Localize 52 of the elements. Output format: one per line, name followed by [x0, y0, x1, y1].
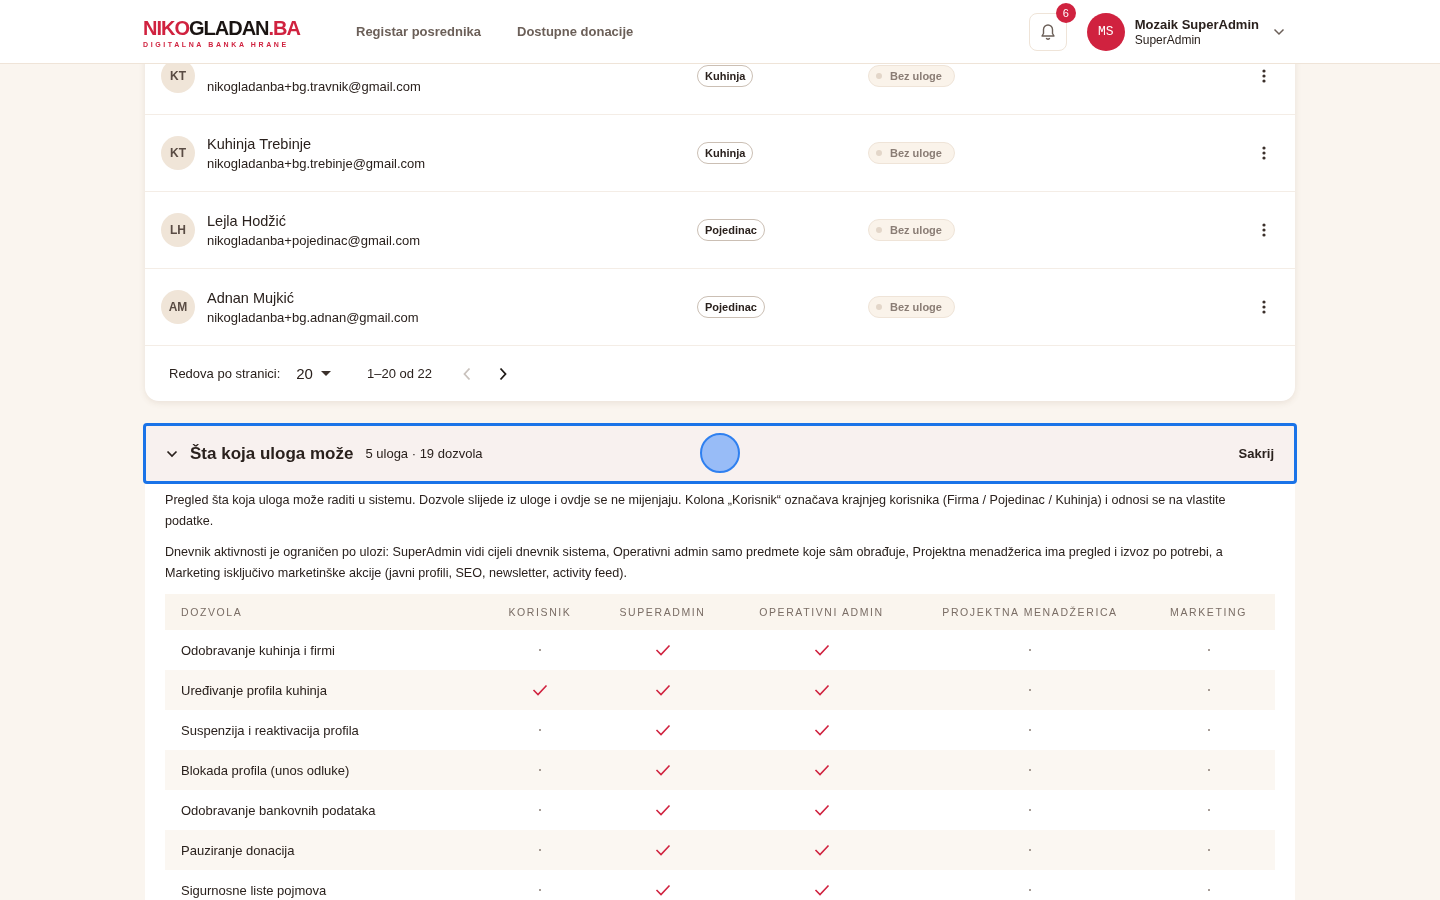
column-header: SUPERADMIN [618, 606, 707, 618]
column-header: KORISNIK [507, 606, 573, 618]
more-options-icon[interactable] [1262, 146, 1266, 160]
user-email: nikogladanba+bg.trebinje@gmail.com [207, 155, 427, 171]
permission-name: Uređivanje profila kuhinja [180, 682, 328, 698]
user-name: Kuhinja Trebinje [207, 135, 312, 152]
user-name: Lejla Hodžić [207, 212, 287, 229]
role-chip: Bez uloge [868, 296, 955, 318]
bell-icon [1039, 22, 1056, 41]
column-header: PROJEKTNA MENADŽERICA [941, 606, 1119, 618]
dropdown-caret-icon [320, 371, 331, 376]
next-page-icon[interactable] [498, 366, 509, 381]
column-header: OPERATIVNI ADMIN [758, 606, 885, 618]
chevron-down-icon[interactable] [1273, 27, 1285, 36]
page-range: 1–20 od 22 [366, 366, 433, 381]
rows-per-page-select[interactable]: 20 [296, 365, 331, 382]
permission-name: Blokada profila (unos odluke) [180, 762, 351, 778]
roles-accordion-header[interactable]: Šta koja uloga može 5 uloga · 19 dozvola Sakrij [143, 423, 1297, 484]
rows-per-page-label: Redova po stranici: [169, 366, 281, 381]
user-initials-avatar: AM [161, 290, 195, 324]
more-options-icon[interactable] [1262, 300, 1266, 314]
column-header: DOZVOLA [180, 606, 244, 618]
description-paragraph: Pregled šta koja uloga može raditi u sistemu. Dozvole slijede iz uloge i ovdje se ne mijenjaju. Kolona „Korisnik“ označava krajnjeg korisnika (Firma / Pojedinac / Kuhinja) i odnosi se na vlastite podatke. [165, 492, 1227, 530]
user-email: nikogladanba+bg.adnan@gmail.com [207, 309, 420, 325]
user-name: Adnan Mujkić [207, 289, 296, 306]
more-options-icon[interactable] [1262, 223, 1266, 237]
role-chip: Bez uloge [868, 142, 955, 164]
user-email: nikogladanba+bg.travnik@gmail.com [207, 79, 422, 94]
role-chip: Bez uloge [868, 65, 955, 87]
permission-name: Suspenzija i reaktivacija profila [180, 722, 360, 738]
notification-count-badge: 6 [1055, 2, 1076, 23]
user-email: nikogladanba+pojedinac@gmail.com [207, 232, 422, 248]
nav-link[interactable]: Registar posrednika [356, 24, 481, 39]
role-chip: Bez uloge [868, 219, 955, 241]
permission-name: Sigurnosne liste pojmova [180, 882, 328, 898]
section-summary: 5 uloga · 19 dozvola [365, 446, 483, 461]
permission-name: Pauziranje donacija [180, 842, 296, 858]
section-title: Šta koja uloga može [190, 443, 354, 464]
chevron-icon [166, 449, 178, 458]
user-role: SuperAdmin [1134, 32, 1202, 47]
user-name: Mozaik SuperAdmin [1134, 16, 1259, 32]
description-paragraph: Dnevnik aktivnosti je ograničen po ulozi: SuperAdmin vidi cijeli dnevnik sistema, Operativni admin samo predmete koje sâm obrađuje, Projektna menadžerica ima pregled i izvoz po potrebi, a Marketing isključivo marketinške akcije (javni profili, SEO, newsletter, activity feed). [165, 544, 1224, 582]
logo-wordmark[interactable]: NIKOGLADAN.BA [143, 15, 302, 40]
permission-name: Odobravanje bankovnih podataka [180, 802, 377, 818]
nav-link[interactable]: Dostupne donacije [517, 24, 634, 39]
user-initials-avatar: LH [161, 213, 195, 247]
permission-name: Odobravanje kuhinja i firmi [180, 642, 336, 658]
user-avatar: MS [1086, 12, 1125, 51]
more-options-icon[interactable] [1262, 69, 1266, 83]
column-header: MARKETING [1169, 606, 1248, 618]
user-initials-avatar: KT [161, 136, 195, 170]
hide-link[interactable]: Sakrij [1238, 446, 1274, 461]
